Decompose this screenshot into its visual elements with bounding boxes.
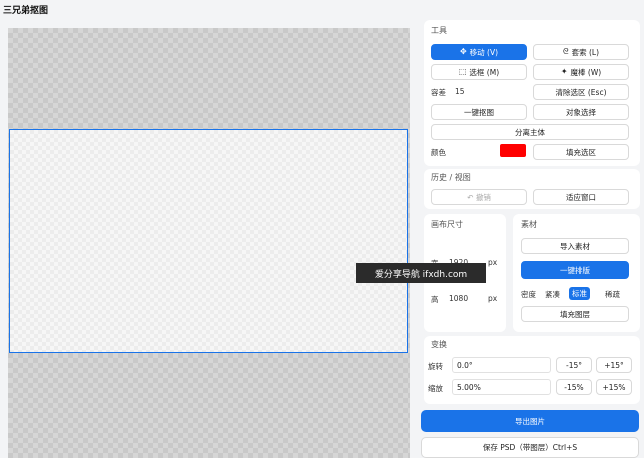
- lasso-icon: ᘓ: [562, 47, 569, 56]
- one-click-cutout-button[interactable]: 一键抠图: [431, 104, 527, 120]
- marquee-icon: ⬚: [458, 67, 467, 76]
- canvas-size-heading: 画布尺寸: [431, 220, 463, 229]
- tolerance-label: 容差: [431, 88, 446, 97]
- rotate-plus-button[interactable]: +15°: [596, 357, 632, 373]
- watermark-overlay: 爱分享导航 ifxdh.com: [356, 263, 486, 283]
- undo-button[interactable]: ↶ 撤销: [431, 189, 527, 205]
- move-icon: ✥: [459, 47, 467, 56]
- history-heading: 历史 / 视图: [431, 173, 471, 182]
- export-image-button[interactable]: 导出图片: [421, 410, 639, 432]
- marquee-tool-label: 选框 (M): [469, 67, 500, 77]
- artboard[interactable]: [9, 129, 408, 353]
- height-unit: px: [488, 294, 498, 303]
- separate-subject-button[interactable]: 分离主体: [431, 124, 629, 140]
- scale-minus-button[interactable]: -15%: [556, 379, 592, 395]
- fill-layer-button[interactable]: 填充图层: [521, 306, 629, 322]
- density-option-compact[interactable]: 紧凑: [545, 289, 560, 300]
- magic-wand-icon: ✦: [560, 67, 568, 76]
- density-label: 密度: [521, 290, 536, 299]
- lasso-tool-label: 套索 (L): [571, 47, 600, 57]
- save-psd-button[interactable]: 保存 PSD（带图层）Ctrl+S: [421, 437, 639, 458]
- fit-window-button[interactable]: 适应窗口: [533, 189, 629, 205]
- height-label: 高: [431, 295, 439, 304]
- app-title: 三兄弟抠图: [3, 6, 49, 16]
- rotate-input[interactable]: 0.0°: [452, 357, 551, 373]
- assets-heading: 素材: [521, 220, 537, 229]
- density-option-sparse[interactable]: 稀疏: [605, 289, 620, 300]
- width-unit: px: [488, 258, 498, 267]
- fill-color-swatch[interactable]: [500, 144, 526, 157]
- rotate-minus-button[interactable]: -15°: [556, 357, 592, 373]
- lasso-tool-button[interactable]: ᘓ 套索 (L): [533, 44, 629, 60]
- import-assets-button[interactable]: 导入素材: [521, 238, 629, 254]
- clear-selection-button[interactable]: 清除选区 (Esc): [533, 84, 629, 100]
- color-label: 颜色: [431, 148, 446, 157]
- tools-heading: 工具: [431, 26, 447, 35]
- move-tool-label: 移动 (V): [469, 47, 499, 57]
- marquee-tool-button[interactable]: ⬚ 选框 (M): [431, 64, 527, 80]
- height-input[interactable]: 1080: [449, 294, 468, 303]
- transform-heading: 变换: [431, 340, 447, 349]
- move-tool-button[interactable]: ✥ 移动 (V): [431, 44, 527, 60]
- canvas-area[interactable]: [8, 28, 410, 458]
- fill-selection-button[interactable]: 填充选区: [533, 144, 629, 160]
- rotate-label: 旋转: [428, 362, 443, 371]
- density-option-standard[interactable]: 标准: [569, 287, 590, 300]
- scale-plus-button[interactable]: +15%: [596, 379, 632, 395]
- object-select-button[interactable]: 对象选择: [533, 104, 629, 120]
- scale-label: 缩放: [428, 384, 443, 393]
- tolerance-value[interactable]: 15: [455, 87, 465, 96]
- auto-layout-button[interactable]: 一键排版: [521, 261, 629, 279]
- magic-wand-tool-button[interactable]: ✦ 魔棒 (W): [533, 64, 629, 80]
- magic-wand-tool-label: 魔棒 (W): [570, 67, 602, 77]
- scale-input[interactable]: 5.00%: [452, 379, 551, 395]
